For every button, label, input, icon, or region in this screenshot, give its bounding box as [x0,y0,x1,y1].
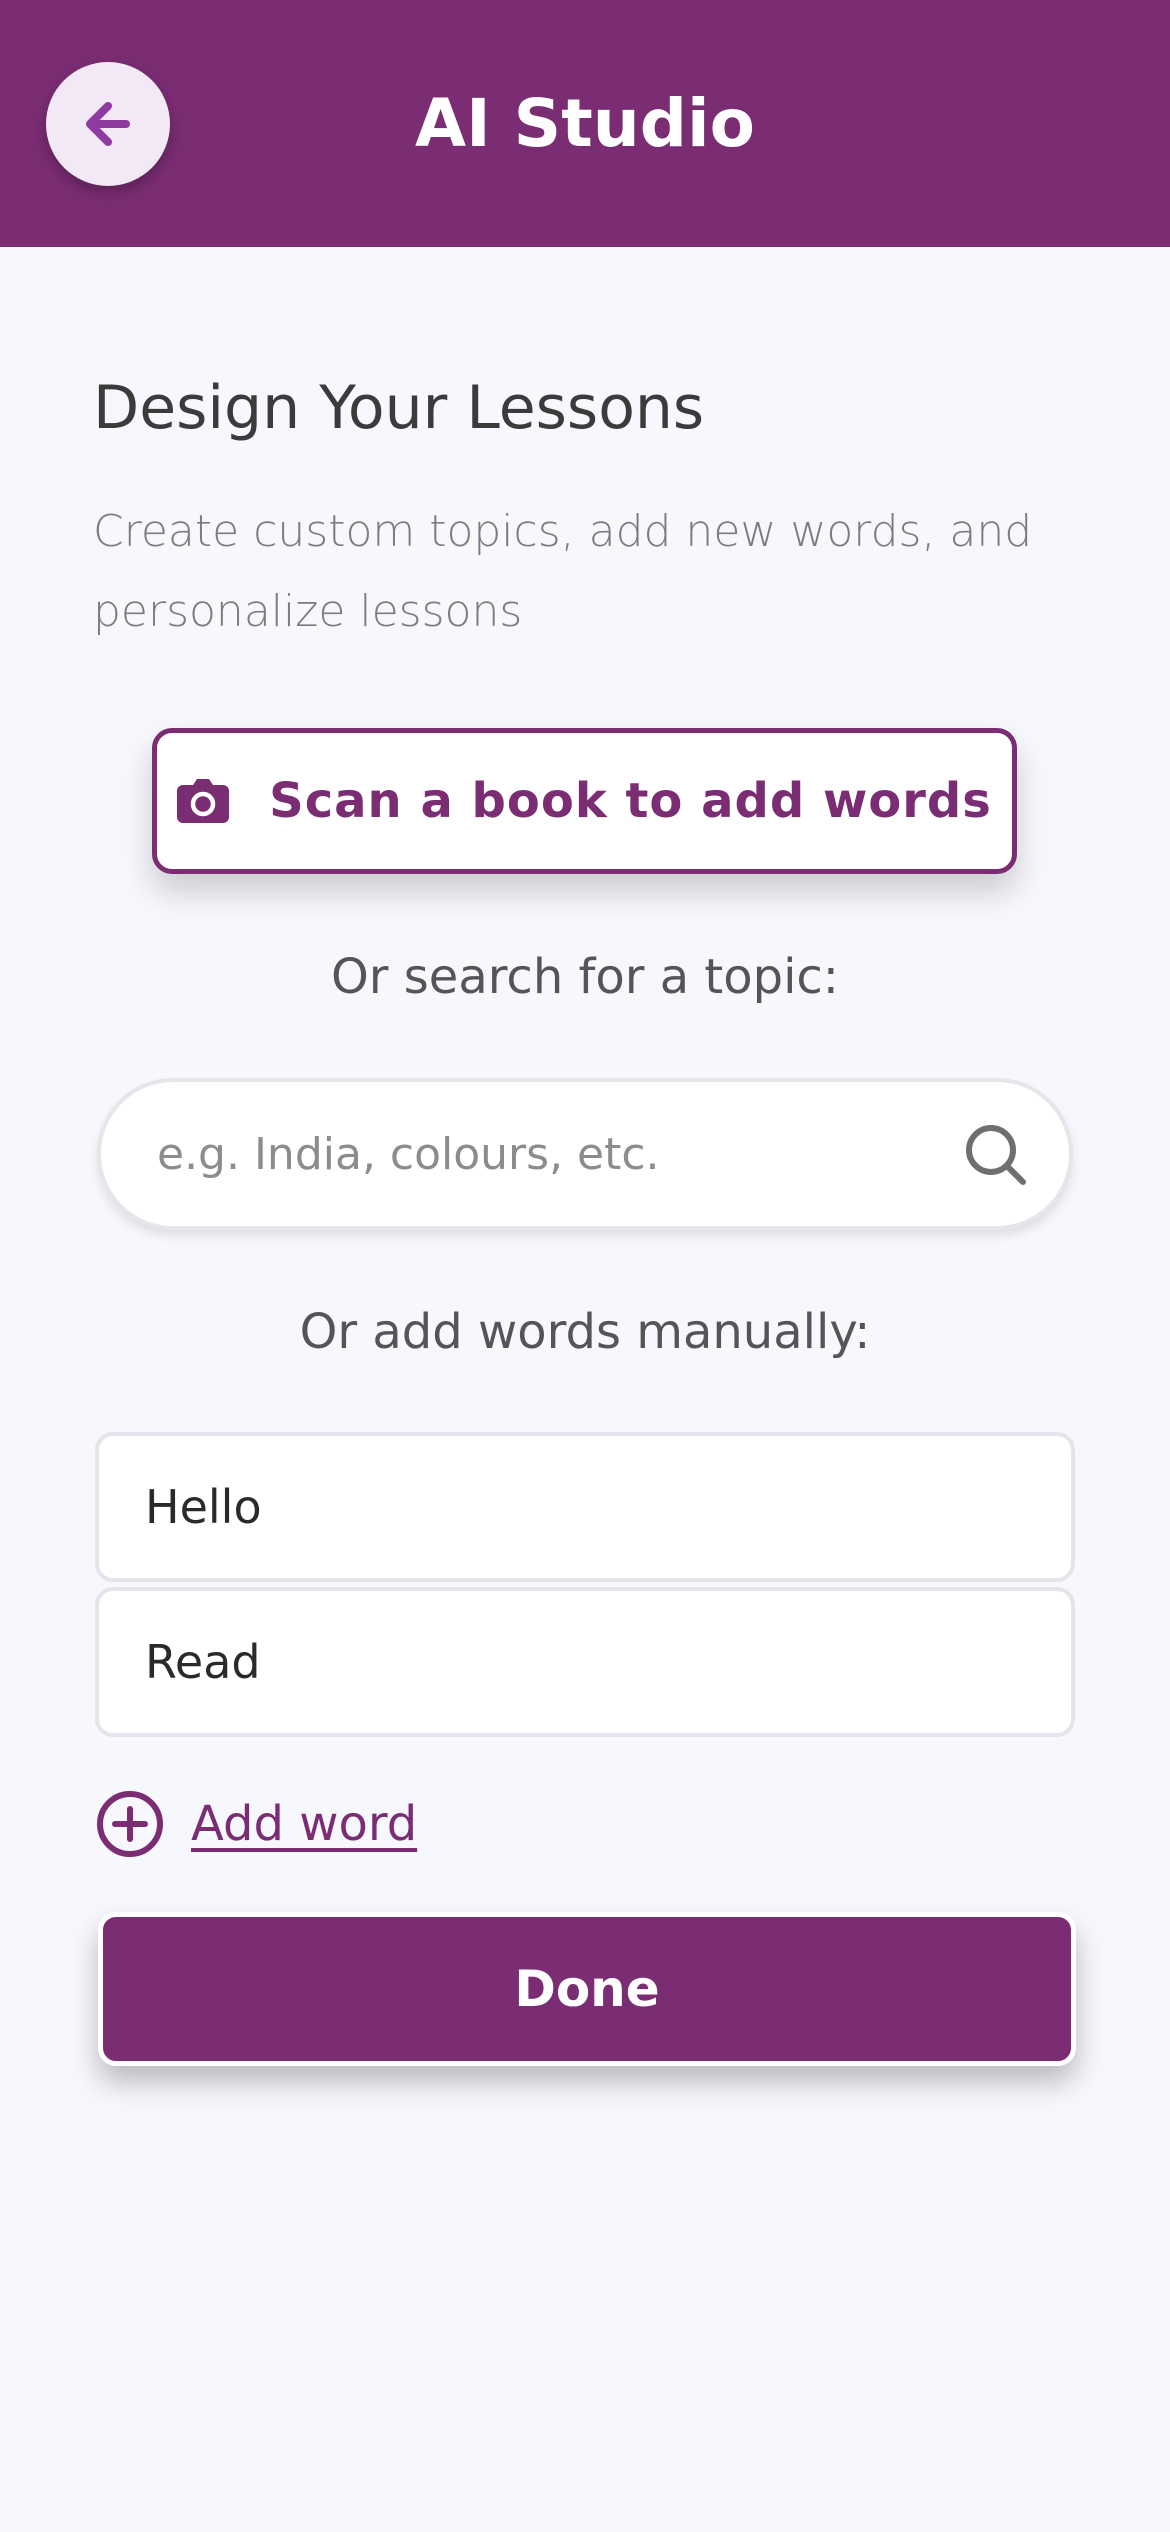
search-icon[interactable] [961,1120,1031,1190]
plus-circle-icon [97,1791,163,1857]
done-label: Done [514,1960,660,2018]
app-screen: AI Studio Design Your Lessons Create cus… [0,0,1170,2532]
app-header: AI Studio [0,0,1170,247]
word-input-2[interactable] [99,1591,1071,1733]
word-field [95,1587,1075,1737]
header-title: AI Studio [415,85,755,162]
scan-book-button[interactable]: Scan a book to add words [152,728,1017,874]
topic-search-input[interactable] [157,1082,937,1226]
done-button[interactable]: Done [98,1912,1076,2066]
add-word-label: Add word [191,1796,418,1852]
scan-book-label: Scan a book to add words [269,773,992,829]
page-heading: Design Your Lessons [93,373,705,443]
add-word-link[interactable]: Add word [95,1788,417,1860]
manual-prompt: Or add words manually: [299,1304,871,1360]
camera-icon [177,779,230,823]
word-input-1[interactable] [99,1436,1071,1578]
search-prompt: Or search for a topic: [331,949,839,1005]
page-subtitle: Create custom topics, add new words, and… [93,506,1033,637]
word-field [95,1432,1075,1582]
topic-search-bar [97,1078,1073,1230]
